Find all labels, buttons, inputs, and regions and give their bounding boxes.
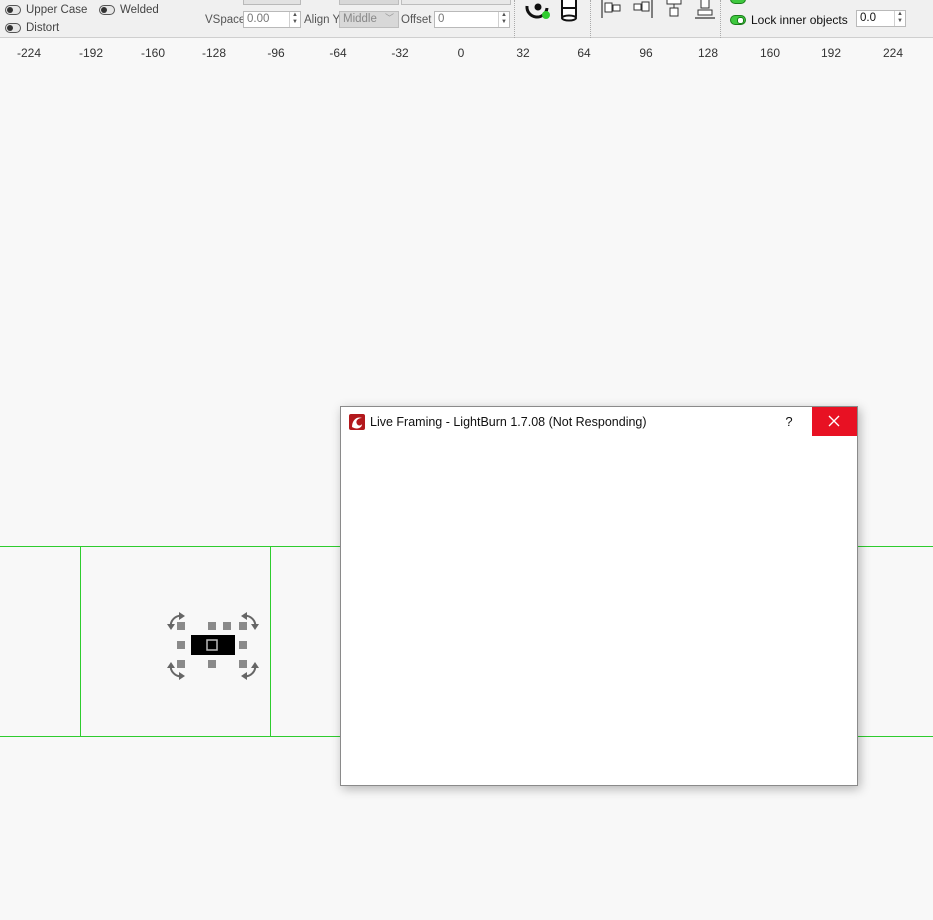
ruler-tick: -96	[267, 46, 285, 60]
padding-value: 0.0	[860, 12, 876, 24]
align-bottom-icon[interactable]	[694, 0, 716, 22]
font-field[interactable]	[401, 0, 511, 5]
ruler-tick: 0	[457, 46, 465, 60]
toolbar-separator	[590, 0, 591, 38]
distort-toggle[interactable]: Distort	[5, 22, 59, 34]
align-y-value: Middle	[343, 13, 377, 25]
align-x-select[interactable]	[339, 0, 399, 5]
lightburn-app-icon	[349, 414, 365, 430]
distort-label: Distort	[26, 22, 60, 34]
dialog-content	[341, 437, 857, 785]
selected-object[interactable]	[165, 610, 261, 682]
help-button[interactable]: ?	[777, 412, 801, 432]
upper-case-toggle[interactable]: Upper Case	[5, 4, 87, 16]
horizontal-ruler: -224 -192 -160 -128 -96 -64 -32 0 32 64 …	[0, 38, 933, 68]
lock-inner-objects-label: Lock inner objects	[751, 13, 848, 27]
close-button[interactable]	[812, 407, 857, 436]
vspace-value: 0.00	[247, 13, 270, 25]
align-left-icon[interactable]	[600, 0, 624, 20]
spin-arrows-icon[interactable]: ▲ ▼	[289, 12, 300, 27]
toolbar: Upper Case Welded Distort VSpace 0.00 ▲ ▼…	[0, 0, 933, 38]
ruler-tick: -192	[78, 46, 104, 60]
ruler-tick: -32	[391, 46, 409, 60]
cylinder-icon[interactable]	[559, 0, 579, 22]
welded-toggle[interactable]: Welded	[99, 4, 159, 16]
ruler-tick: -64	[329, 46, 347, 60]
ruler-tick: 32	[516, 46, 530, 60]
move-as-group-toggle[interactable]	[730, 0, 746, 4]
dialog-titlebar[interactable]: Live Framing - LightBurn 1.7.08 (Not Res…	[341, 407, 857, 437]
ruler-tick: 192	[820, 46, 842, 60]
vspace-label: VSpace	[205, 14, 246, 26]
hspace-input[interactable]	[243, 0, 301, 5]
grid-line-vertical	[270, 546, 271, 737]
align-y-label: Align Y	[304, 14, 341, 26]
ruler-tick: 96	[639, 46, 653, 60]
align-y-select[interactable]: Middle ﹀	[339, 11, 399, 28]
toolbar-separator	[720, 0, 721, 38]
align-center-vertical-icon[interactable]	[663, 0, 685, 20]
grid-line-vertical	[80, 546, 81, 737]
spin-arrows-icon[interactable]: ▲ ▼	[498, 12, 509, 27]
welded-label: Welded	[120, 4, 159, 16]
ruler-tick: 224	[882, 46, 904, 60]
vspace-input[interactable]: 0.00 ▲ ▼	[243, 11, 301, 28]
live-framing-dialog[interactable]: Live Framing - LightBurn 1.7.08 (Not Res…	[340, 406, 858, 786]
chevron-down-icon: ﹀	[384, 13, 394, 23]
align-right-icon[interactable]	[631, 0, 655, 20]
offset-value: 0	[438, 13, 445, 25]
ruler-tick: -224	[16, 46, 42, 60]
toggle-switch-icon	[99, 5, 115, 15]
offset-label: Offset	[401, 14, 432, 26]
padding-input[interactable]: 0.0 ▲ ▼	[856, 10, 906, 27]
toggle-switch-icon	[5, 23, 21, 33]
toggle-switch-icon	[5, 5, 21, 15]
dialog-title: Live Framing - LightBurn 1.7.08 (Not Res…	[370, 415, 647, 429]
ruler-tick: -128	[201, 46, 227, 60]
rotary-icon[interactable]	[524, 0, 552, 22]
ruler-tick: 64	[577, 46, 591, 60]
ruler-tick: 128	[697, 46, 719, 60]
toolbar-separator	[514, 0, 515, 38]
ruler-tick: 160	[759, 46, 781, 60]
toggle-switch-icon	[730, 15, 746, 25]
ruler-tick: -160	[140, 46, 166, 60]
upper-case-label: Upper Case	[26, 4, 88, 16]
offset-input[interactable]: 0 ▲ ▼	[434, 11, 510, 28]
lock-inner-objects-toggle[interactable]: Lock inner objects	[730, 13, 848, 27]
spin-arrows-icon[interactable]: ▲ ▼	[894, 11, 905, 26]
close-icon	[828, 415, 840, 427]
